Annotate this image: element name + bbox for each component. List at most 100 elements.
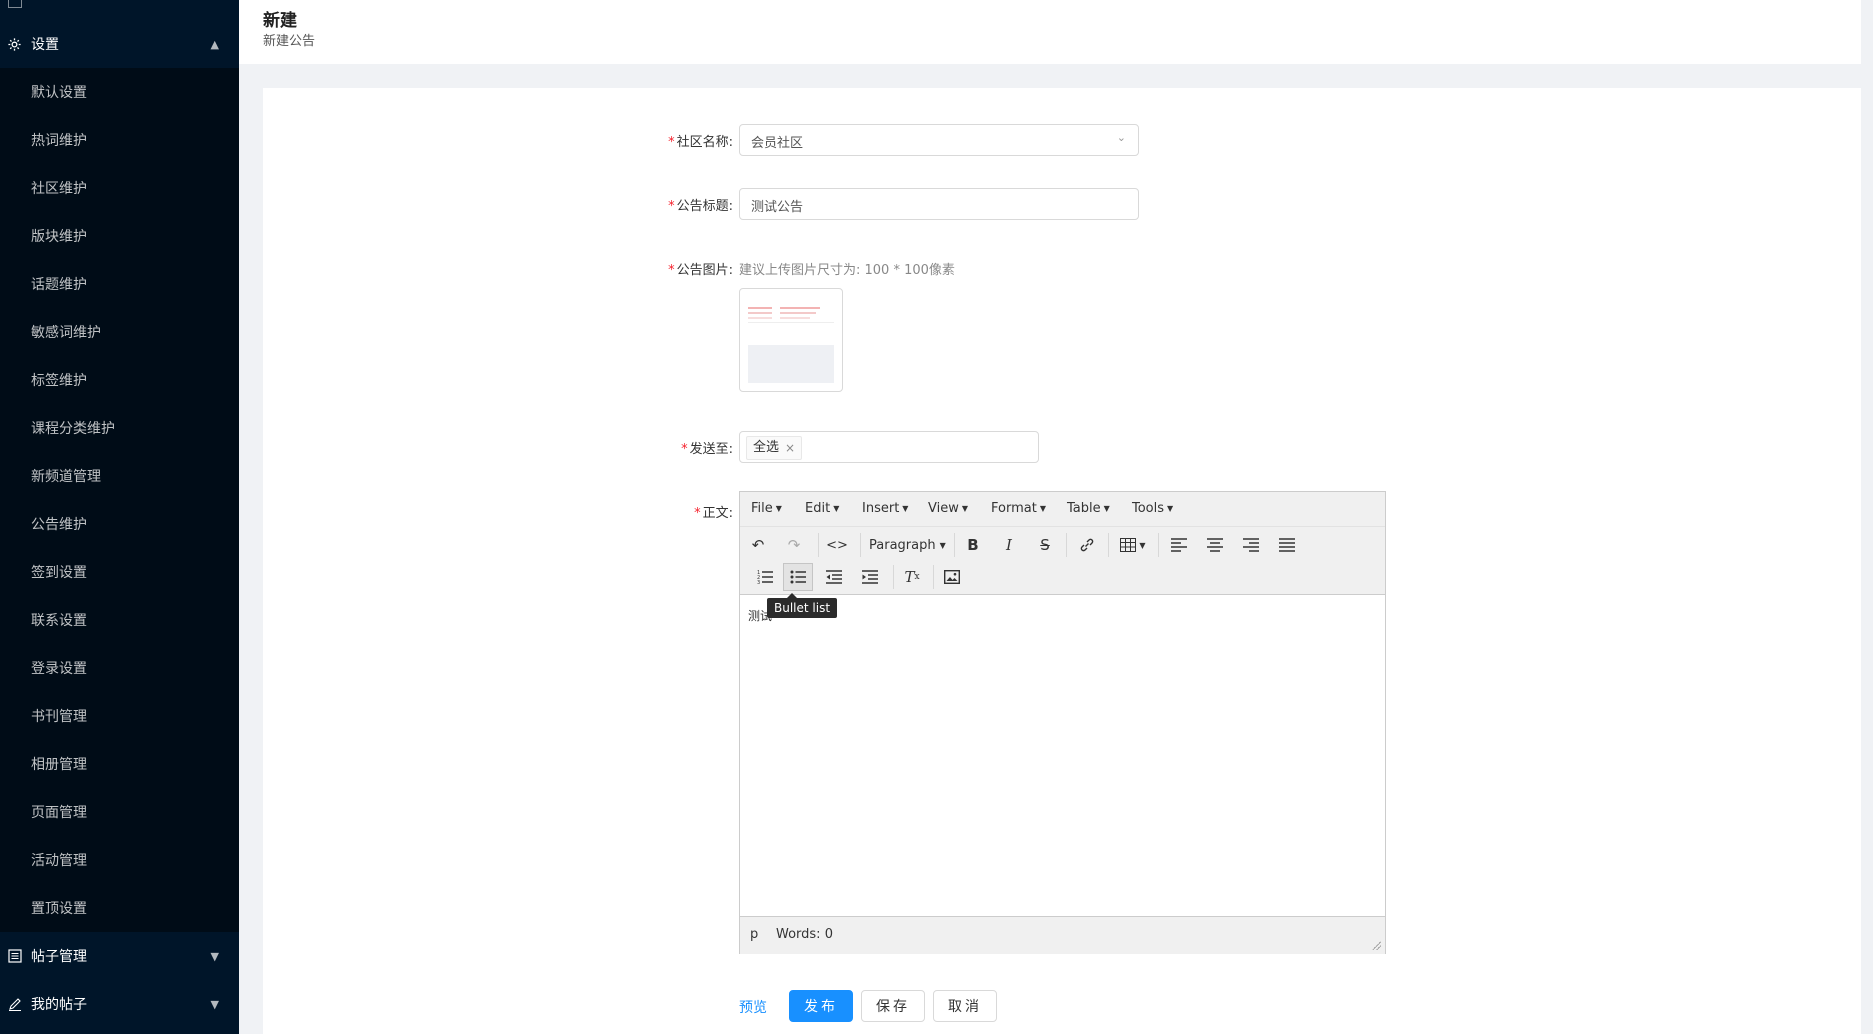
sidebar-item-albums[interactable]: 相册管理 [0, 740, 239, 788]
menu-insert[interactable]: Insert ▼ [862, 501, 908, 516]
sidebar-group-settings[interactable]: 设置 ▲ [0, 20, 239, 68]
align-left-icon[interactable] [1164, 531, 1194, 559]
body-label: * 正文: [694, 506, 733, 521]
bold-icon[interactable]: B [958, 531, 988, 559]
sidebar-item-contact-settings[interactable]: 联系设置 [0, 596, 239, 644]
element-path[interactable]: p [750, 927, 758, 942]
settings-submenu: 默认设置 热词维护 社区维护 版块维护 话题维护 敏感词维护 标签维护 课程分类… [0, 68, 239, 932]
sidebar-group-label: 帖子管理 [31, 949, 87, 965]
indent-icon[interactable] [855, 563, 885, 591]
cancel-button[interactable]: 取消 [933, 990, 997, 1022]
title-label: * 公告标题: [668, 199, 733, 214]
link-icon[interactable] [1072, 531, 1102, 559]
toolbar-separator [954, 533, 955, 557]
menu-edit[interactable]: Edit ▼ [805, 501, 839, 516]
italic-icon[interactable]: I [994, 531, 1024, 559]
list-icon [7, 949, 22, 964]
required-mark: * [668, 135, 675, 150]
sidebar-group-label: 我的帖子 [31, 997, 87, 1013]
preview-button[interactable]: 预览 [739, 997, 767, 1017]
bullet-list-tooltip: Bullet list [767, 593, 838, 618]
sidebar-item-sensitive-words[interactable]: 敏感词维护 [0, 308, 239, 356]
align-right-icon[interactable] [1236, 531, 1266, 559]
bullet-list-icon[interactable] [783, 563, 813, 591]
save-button[interactable]: 保存 [861, 990, 925, 1022]
menu-file[interactable]: File ▼ [751, 501, 782, 516]
redo-icon[interactable]: ↷ [779, 531, 809, 559]
sidebar-item-activities[interactable]: 活动管理 [0, 836, 239, 884]
source-code-icon[interactable]: <> [822, 531, 852, 559]
sidebar-item-new-channels[interactable]: 新频道管理 [0, 452, 239, 500]
image-icon[interactable] [937, 563, 967, 591]
community-label: * 社区名称: [668, 135, 733, 150]
menu-view[interactable]: View ▼ [928, 501, 968, 516]
required-mark: * [668, 199, 675, 214]
required-mark: * [668, 263, 675, 278]
toolbar-separator [860, 533, 861, 557]
numbered-list-icon[interactable]: 123 [750, 563, 780, 591]
sidebar-group-my-posts[interactable]: 我的帖子 ▼ [0, 980, 239, 1028]
sidebar-item-pin-settings[interactable]: 置顶设置 [0, 884, 239, 932]
align-justify-icon[interactable] [1272, 531, 1302, 559]
resize-handle-icon[interactable] [1371, 940, 1381, 950]
image-size-hint: 建议上传图片尺寸为: 100 * 100像素 [739, 263, 955, 278]
editor-menubar: File ▼ Edit ▼ Insert ▼ View ▼ Format ▼ Table ▼… [740, 492, 1385, 527]
block-format-dropdown[interactable]: Paragraph ▼ [869, 531, 946, 559]
sidebar-item-journals[interactable]: 书刊管理 [0, 692, 239, 740]
sidebar-item-checkin-settings[interactable]: 签到设置 [0, 548, 239, 596]
send-to-tag: 全选 × [746, 436, 803, 460]
word-count: Words: 0 [776, 927, 833, 942]
sidebar-item-tags[interactable]: 标签维护 [0, 356, 239, 404]
chevron-down-icon: ▼ [210, 997, 219, 1011]
menu-format[interactable]: Format ▼ [991, 501, 1046, 516]
publish-button[interactable]: 发布 [789, 990, 853, 1022]
toolbar-separator [818, 533, 819, 557]
edit-icon [7, 997, 22, 1012]
title-input-value: 测试公告 [751, 200, 804, 215]
sidebar-group-posts[interactable]: 帖子管理 ▼ [0, 932, 239, 980]
align-center-icon[interactable] [1200, 531, 1230, 559]
table-icon[interactable]: ▼ [1114, 531, 1152, 559]
sidebar-item-announcements[interactable]: 公告维护 [0, 500, 239, 548]
editor-content-area[interactable]: 测试 [740, 595, 1385, 915]
sidebar-item-topics[interactable]: 话题维护 [0, 260, 239, 308]
sidebar-item-hot-words[interactable]: 热词维护 [0, 116, 239, 164]
sidebar-item-course-categories[interactable]: 课程分类维护 [0, 404, 239, 452]
community-select[interactable]: 会员社区 ⌄ [739, 124, 1139, 156]
chevron-down-icon: ⌄ [1116, 131, 1126, 144]
sidebar-item-sections[interactable]: 版块维护 [0, 212, 239, 260]
editor-toolbar: ↶ ↷ <> Paragraph ▼ B I S ▼ 1 2 3 T x [740, 527, 1385, 595]
toolbar-separator [1108, 533, 1109, 557]
toolbar-separator [1066, 533, 1067, 557]
title-input[interactable]: 测试公告 [739, 188, 1139, 220]
outdent-icon[interactable] [819, 563, 849, 591]
sidebar-item-default-settings[interactable]: 默认设置 [0, 68, 239, 116]
page-scroll-edge [1861, 0, 1873, 1034]
community-select-value: 会员社区 [751, 136, 804, 151]
gear-icon [7, 37, 22, 52]
send-to-label: * 发送至: [681, 442, 733, 457]
sidebar: 设置 ▲ 默认设置 热词维护 社区维护 版块维护 话题维护 敏感词维护 标签维护… [0, 0, 239, 1034]
rich-text-editor: File ▼ Edit ▼ Insert ▼ View ▼ Format ▼ Table ▼… [739, 491, 1386, 954]
sidebar-item-community[interactable]: 社区维护 [0, 164, 239, 212]
image-upload-thumbnail[interactable] [739, 288, 843, 392]
chevron-up-icon: ▲ [210, 37, 219, 51]
svg-text:3: 3 [757, 580, 760, 585]
required-mark: * [694, 506, 701, 521]
image-label: * 公告图片: [668, 263, 733, 278]
toolbar-separator [1158, 533, 1159, 557]
close-icon[interactable]: × [785, 437, 795, 459]
sidebar-item-login-settings[interactable]: 登录设置 [0, 644, 239, 692]
uploaded-image-preview [748, 307, 834, 383]
sidebar-top-partial-item[interactable] [0, 0, 239, 12]
menu-table[interactable]: Table ▼ [1067, 501, 1110, 516]
strikethrough-icon[interactable]: S [1030, 531, 1060, 559]
caret-down-icon: ▼ [939, 540, 946, 550]
undo-icon[interactable]: ↶ [743, 531, 773, 559]
toolbar-separator [893, 565, 894, 589]
clear-formatting-icon[interactable]: Tx [897, 563, 927, 591]
send-to-select[interactable]: 全选 × [739, 431, 1039, 463]
chevron-down-icon: ▼ [210, 949, 219, 963]
menu-tools[interactable]: Tools ▼ [1132, 501, 1173, 516]
sidebar-item-pages[interactable]: 页面管理 [0, 788, 239, 836]
